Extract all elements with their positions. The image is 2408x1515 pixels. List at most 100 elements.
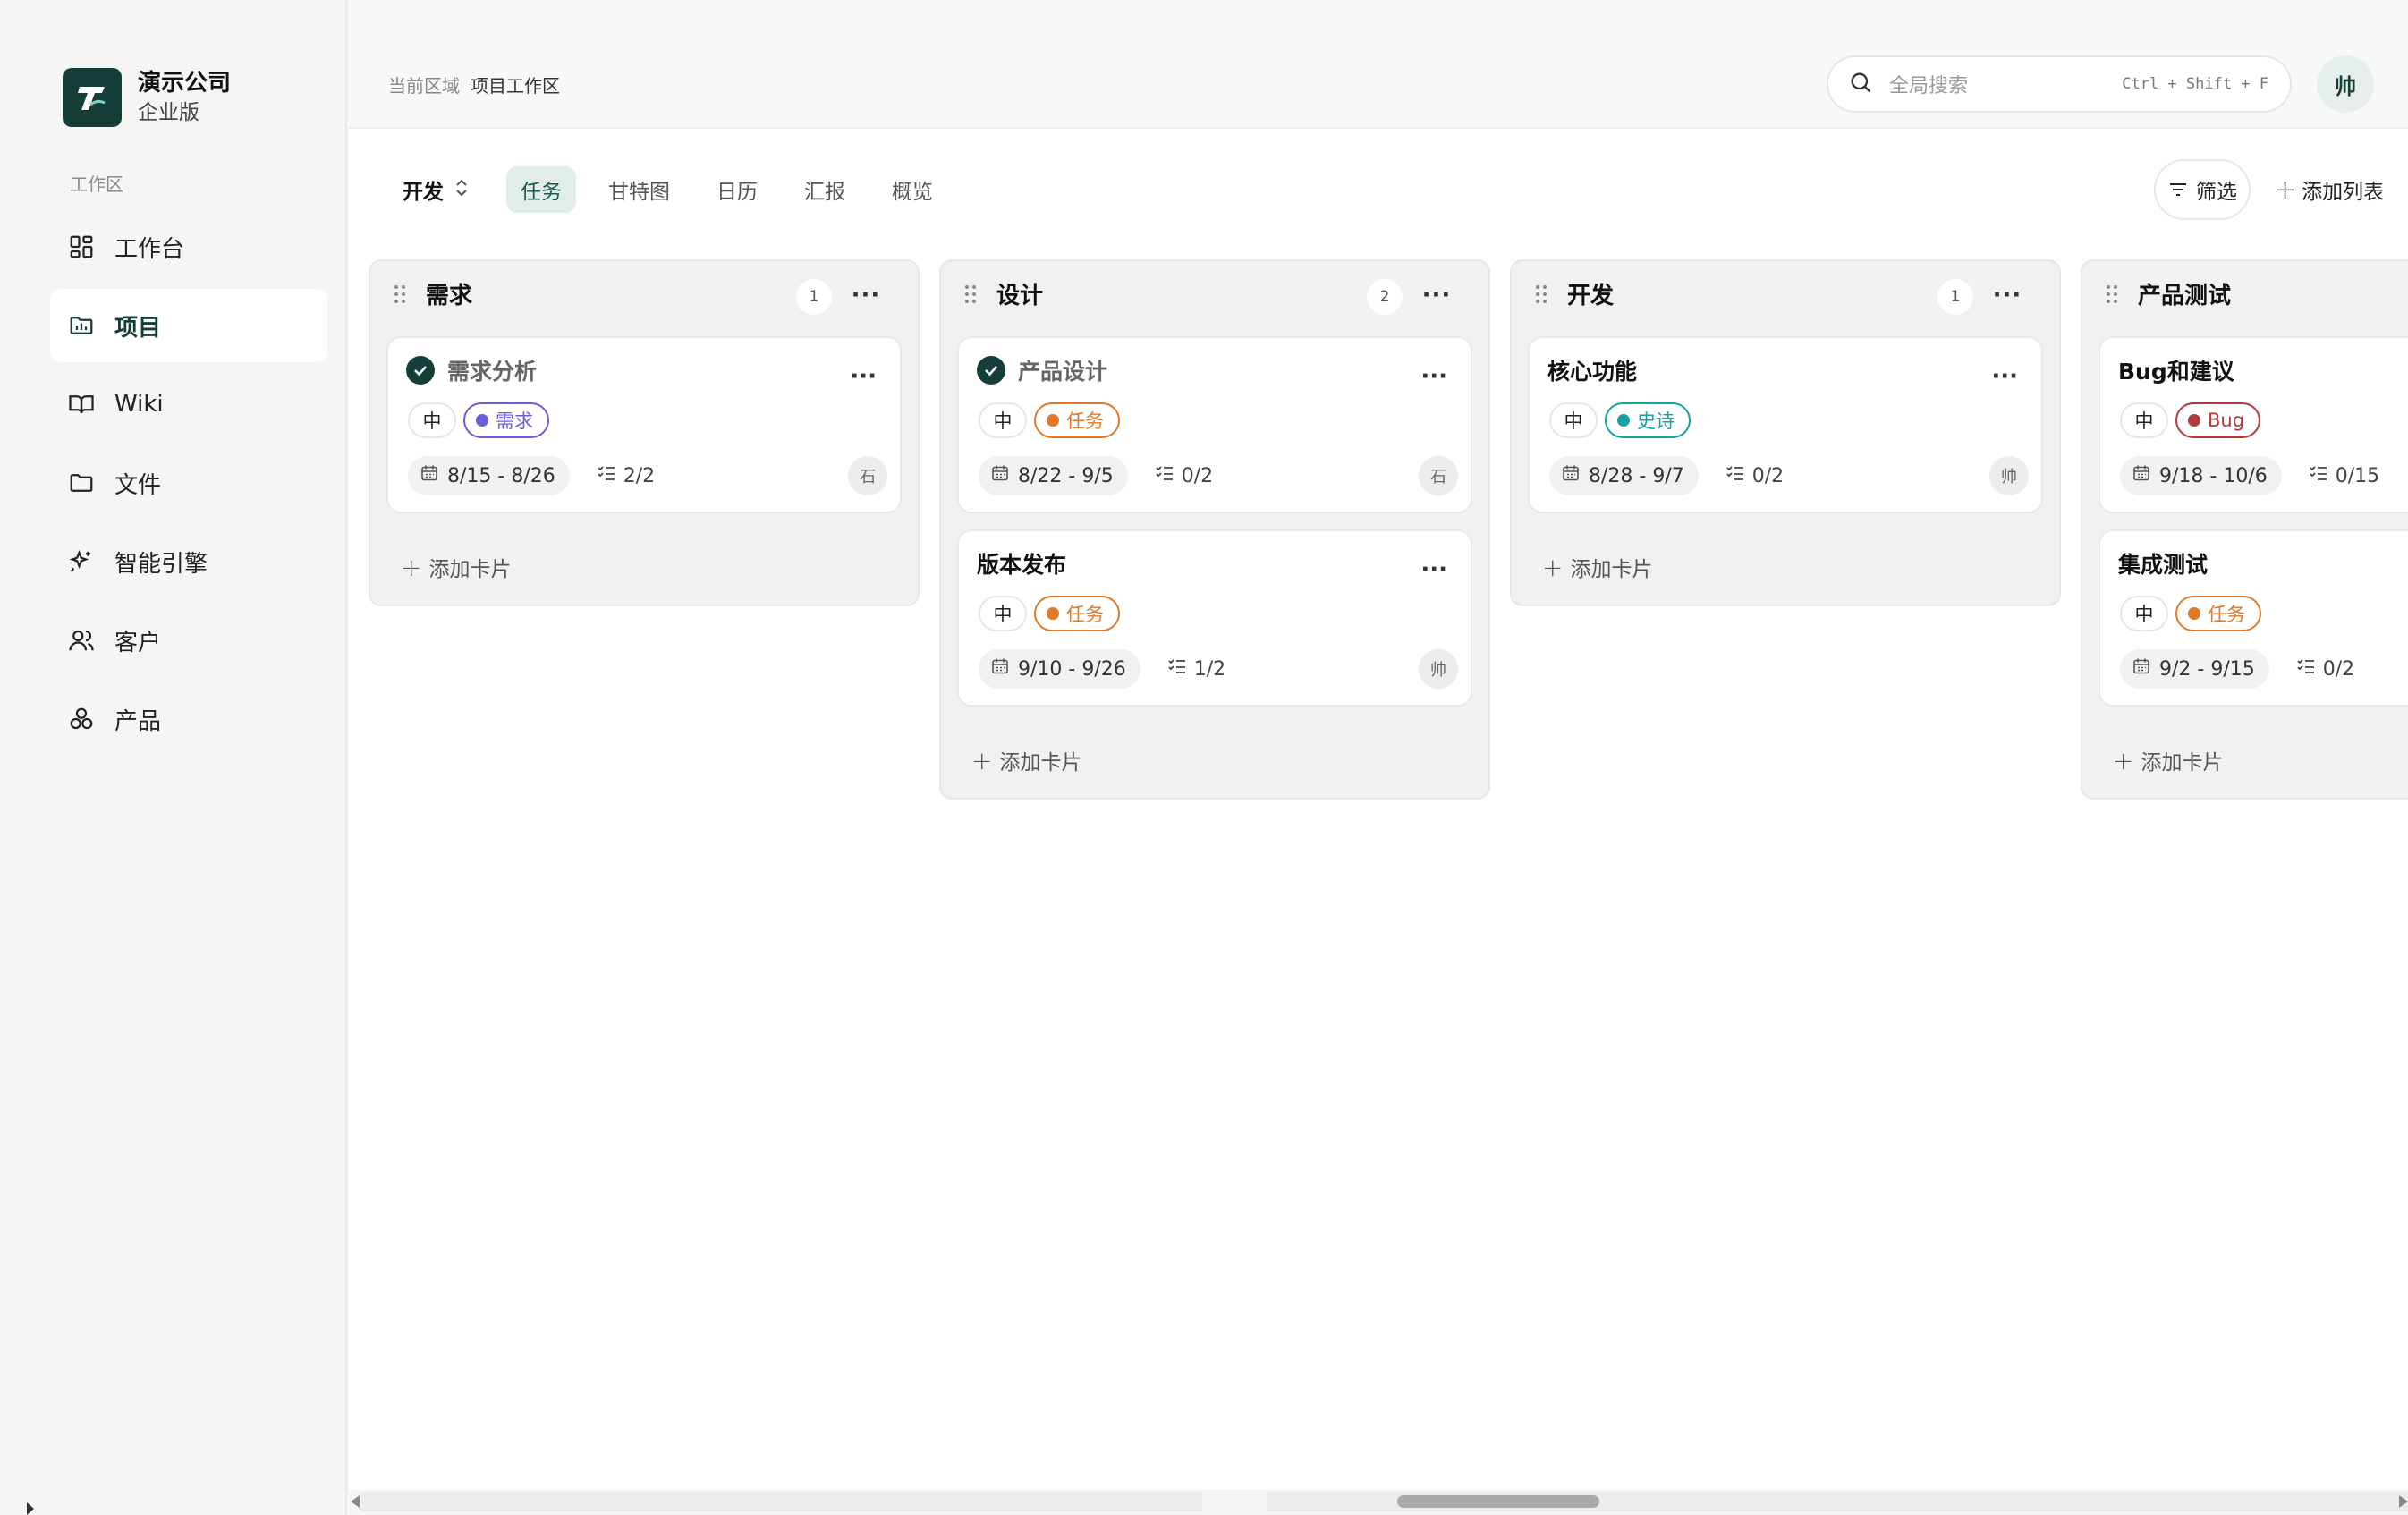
sidebar-item-wiki[interactable]: Wiki — [50, 368, 327, 441]
horizontal-scrollbar[interactable] — [349, 1490, 2408, 1515]
sidebar-item-customers[interactable]: 客户 — [50, 604, 327, 677]
date-range[interactable]: 8/15 - 8/26 — [408, 456, 570, 495]
tag-dot-icon — [1617, 414, 1630, 427]
type-tag[interactable]: 史诗 — [1605, 402, 1691, 438]
drag-handle-icon[interactable] — [2106, 284, 2118, 304]
subtask-progress[interactable]: 0/2 — [1725, 463, 1784, 488]
card-more-icon[interactable]: ··· — [1420, 556, 1447, 583]
type-tag[interactable]: 需求 — [463, 402, 549, 438]
task-card[interactable]: 版本发布 ··· 中 任务 9/10 - 9/26 1/2 帅 — [957, 529, 1472, 707]
add-list-button[interactable]: + 添加列表 — [2274, 161, 2384, 218]
date-range-text: 8/15 - 8/26 — [447, 464, 555, 487]
sidebar-item-projects[interactable]: 项目 — [50, 289, 327, 362]
priority-badge[interactable]: 中 — [979, 596, 1027, 631]
add-card-button[interactable]: + 添加卡片 — [2082, 723, 2408, 798]
drag-handle-icon[interactable] — [964, 284, 977, 304]
type-tag[interactable]: 任务 — [1034, 596, 1120, 631]
priority-badge[interactable]: 中 — [408, 402, 456, 438]
add-card-button[interactable]: + 添加卡片 — [370, 529, 918, 605]
completed-check-icon[interactable] — [977, 356, 1005, 385]
filter-button[interactable]: 筛选 — [2154, 159, 2251, 220]
project-name: 开发 — [403, 181, 444, 204]
date-range[interactable]: 9/2 - 9/15 — [2120, 649, 2269, 689]
global-search[interactable]: 全局搜索 Ctrl + Shift + F — [1827, 55, 2292, 113]
card-more-icon[interactable]: ··· — [850, 363, 877, 390]
kanban-board: 需求 1 ··· 需求分析 ··· 中 需求 8/15 - 8/26 2/2 石 + 添加卡片 设计 2 ·… — [349, 259, 2408, 1476]
sidebar-item-files[interactable]: 文件 — [50, 446, 327, 520]
sidebar-item-ai-engine[interactable]: 智能引擎 — [50, 525, 327, 598]
task-card[interactable]: 集成测试中 任务 9/2 - 9/15 0/2 — [2099, 529, 2408, 707]
scroll-thumb[interactable] — [1397, 1495, 1599, 1508]
subtask-progress[interactable]: 0/2 — [1155, 463, 1213, 488]
type-tag[interactable]: 任务 — [2175, 596, 2261, 631]
tab-calendar[interactable]: 日历 — [702, 166, 772, 213]
column-header: 产品测试 — [2082, 261, 2408, 327]
priority-badge[interactable]: 中 — [2120, 596, 2168, 631]
type-tag[interactable]: 任务 — [1034, 402, 1120, 438]
tab-tasks[interactable]: 任务 — [506, 166, 576, 213]
task-card[interactable]: 需求分析 ··· 中 需求 8/15 - 8/26 2/2 石 — [386, 336, 902, 513]
card-title: Bug和建议 — [2118, 359, 2234, 385]
subtask-progress[interactable]: 2/2 — [597, 463, 655, 488]
tab-report[interactable]: 汇报 — [790, 166, 860, 213]
completed-check-icon[interactable] — [406, 356, 435, 385]
task-card[interactable]: 产品设计 ··· 中 任务 8/22 - 9/5 0/2 石 — [957, 336, 1472, 513]
sidebar-item-products[interactable]: 产品 — [50, 682, 327, 756]
date-range[interactable]: 8/22 - 9/5 — [979, 456, 1128, 495]
date-range[interactable]: 9/18 - 10/6 — [2120, 456, 2282, 495]
plus-icon: + — [971, 745, 993, 775]
assignee-avatar[interactable]: 石 — [848, 456, 887, 495]
breadcrumb-current[interactable]: 项目工作区 — [471, 75, 560, 97]
type-tag-label: 需求 — [496, 410, 533, 432]
priority-badge[interactable]: 中 — [1549, 402, 1598, 438]
company-logo — [63, 68, 122, 127]
collapse-arrow-icon[interactable] — [27, 1502, 34, 1515]
column-more-icon[interactable]: ··· — [850, 279, 882, 311]
type-tag[interactable]: Bug — [2175, 402, 2261, 438]
drag-handle-icon[interactable] — [1535, 284, 1547, 304]
scroll-track[interactable] — [361, 1492, 1202, 1511]
board-column: 产品测试 Bug和建议中 Bug 9/18 - 10/6 0/15 集成测试中任务 9/2 … — [2081, 259, 2408, 800]
user-avatar[interactable]: 帅 — [2317, 55, 2374, 113]
drag-handle-icon[interactable] — [394, 284, 406, 304]
column-title[interactable]: 设计 — [996, 277, 1043, 310]
assignee-avatar[interactable]: 石 — [1419, 456, 1458, 495]
subtask-progress[interactable]: 1/2 — [1167, 656, 1225, 681]
column-title[interactable]: 产品测试 — [2138, 277, 2231, 310]
sidebar-item-dashboard[interactable]: 工作台 — [50, 210, 327, 284]
search-input[interactable]: 全局搜索 — [1889, 70, 2122, 98]
priority-badge[interactable]: 中 — [979, 402, 1027, 438]
column-card-count: 1 — [1937, 279, 1973, 315]
view-toolbar: 开发 任务 甘特图 日历 汇报 概览 筛选 + 添加列表 — [349, 159, 2408, 220]
brand[interactable]: 演示公司 企业版 — [63, 68, 231, 127]
card-list: 需求分析 ··· 中 需求 8/15 - 8/26 2/2 石 — [370, 327, 918, 513]
tab-overview[interactable]: 概览 — [878, 166, 947, 213]
subtask-progress[interactable]: 0/15 — [2309, 463, 2379, 488]
chevron-updown-icon — [454, 178, 469, 202]
date-range[interactable]: 8/28 - 9/7 — [1549, 456, 1699, 495]
assignee-avatar[interactable]: 帅 — [1419, 649, 1458, 689]
calendar-icon — [991, 657, 1018, 681]
column-more-icon[interactable]: ··· — [1420, 279, 1453, 311]
add-card-button[interactable]: + 添加卡片 — [941, 723, 1488, 798]
add-card-label: 添加卡片 — [1570, 558, 1653, 581]
tab-gantt[interactable]: 甘特图 — [594, 166, 684, 213]
assignee-avatar[interactable]: 帅 — [1989, 456, 2029, 495]
sidebar-item-label: 产品 — [114, 707, 162, 735]
column-title[interactable]: 需求 — [426, 277, 472, 310]
task-card[interactable]: Bug和建议中 Bug 9/18 - 10/6 0/15 — [2099, 336, 2408, 513]
scroll-left-arrow-icon[interactable] — [351, 1495, 360, 1508]
subtask-progress[interactable]: 0/2 — [2296, 656, 2354, 681]
column-more-icon[interactable]: ··· — [1991, 279, 2023, 311]
sidebar-item-label: 智能引擎 — [114, 550, 208, 578]
add-card-button[interactable]: + 添加卡片 — [1512, 529, 2059, 605]
card-more-icon[interactable]: ··· — [1420, 363, 1447, 390]
task-card[interactable]: 核心功能 ··· 中 史诗 8/28 - 9/7 0/2 帅 — [1528, 336, 2043, 513]
scroll-right-arrow-icon[interactable] — [2399, 1495, 2408, 1508]
add-card-label: 添加卡片 — [2141, 751, 2224, 774]
project-selector[interactable]: 开发 — [403, 161, 469, 218]
priority-badge[interactable]: 中 — [2120, 402, 2168, 438]
card-more-icon[interactable]: ··· — [1991, 363, 2018, 390]
column-title[interactable]: 开发 — [1567, 277, 1614, 310]
date-range[interactable]: 9/10 - 9/26 — [979, 649, 1140, 689]
